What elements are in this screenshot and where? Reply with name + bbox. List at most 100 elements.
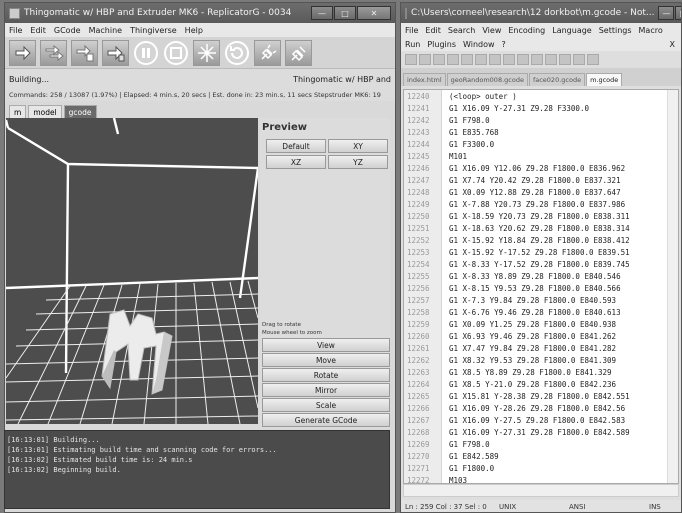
code-line[interactable]: 12271 G1 F1800.0	[404, 464, 678, 476]
minimize-button[interactable]: —	[311, 6, 333, 20]
pause-button[interactable]	[133, 40, 159, 66]
np-menu-view[interactable]: View	[482, 26, 501, 35]
code-line[interactable]: 12251 G1 X-18.63 Y20.62 Z9.28 F1800.0 E83…	[404, 224, 678, 236]
move-button[interactable]: Move	[262, 353, 390, 367]
tab-gcode[interactable]: gcode	[63, 105, 97, 119]
connect-button[interactable]	[285, 39, 312, 66]
np-doc-close[interactable]: X	[670, 40, 681, 49]
np-menu-encoding[interactable]: Encoding	[508, 26, 545, 35]
rotate-button[interactable]: Rotate	[262, 368, 390, 382]
code-line[interactable]: 12263 G1 X8.5 Y8.89 Z9.28 F1800.0 E841.32…	[404, 368, 678, 380]
code-line[interactable]: 12240 (<loop> outer )	[404, 92, 678, 104]
code-line[interactable]: 12246 G1 X16.09 Y12.06 Z9.28 F1800.0 E836…	[404, 164, 678, 176]
code-line[interactable]: 12257 G1 X-7.3 Y9.84 Z9.28 F1800.0 E840.5…	[404, 296, 678, 308]
code-line[interactable]: 12249 G1 X-7.88 Y20.73 Z9.28 F1800.0 E837…	[404, 200, 678, 212]
code-line[interactable]: 12253 G1 X-15.92 Y-17.52 Z9.28 F1800.0 E8…	[404, 248, 678, 260]
disconnect-button[interactable]	[254, 39, 281, 66]
vertical-scrollbar[interactable]	[667, 90, 678, 483]
code-line[interactable]: 12269 G1 F798.0	[404, 440, 678, 452]
code-line[interactable]: 12241 G1 X16.09 Y-27.31 Z9.28 F3300.0	[404, 104, 678, 116]
undo-icon[interactable]	[531, 54, 543, 65]
menu-thingiverse[interactable]: Thingiverse	[130, 26, 177, 35]
model-viewport[interactable]	[6, 118, 258, 424]
tab-m[interactable]: m	[9, 105, 27, 119]
np-tab-m-gcode[interactable]: m.gcode	[586, 73, 623, 86]
new-file-icon[interactable]	[405, 54, 417, 65]
np-menu-settings[interactable]: Settings	[599, 26, 632, 35]
code-line[interactable]: 12248 G1 X0.09 Y12.88 Z9.28 F1800.0 E837.…	[404, 188, 678, 200]
np-menu-edit[interactable]: Edit	[425, 26, 441, 35]
view-default-button[interactable]: Default	[266, 139, 326, 153]
np-menu-run[interactable]: Run	[405, 40, 420, 49]
view-yz-button[interactable]: YZ	[328, 155, 388, 169]
np-menu-macro[interactable]: Macro	[639, 26, 663, 35]
close-button[interactable]: ✕	[357, 6, 391, 20]
zoom-icon[interactable]	[587, 54, 599, 65]
code-line[interactable]: 12261 G1 X7.47 Y9.84 Z9.28 F1800.0 E841.2…	[404, 344, 678, 356]
code-line[interactable]: 12270 G1 E842.589	[404, 452, 678, 464]
np-tab-face020[interactable]: face020.gcode	[528, 73, 586, 86]
view-button[interactable]: View	[262, 338, 390, 352]
np-menu-help[interactable]: ?	[502, 40, 506, 49]
np-tab-georandom[interactable]: geoRandom008.gcode	[446, 73, 528, 86]
view-xz-button[interactable]: XZ	[266, 155, 326, 169]
np-menu-language[interactable]: Language	[552, 26, 591, 35]
stop-button[interactable]	[163, 40, 189, 66]
code-line[interactable]: 12252 G1 X-15.92 Y18.84 Z9.28 F1800.0 E83…	[404, 236, 678, 248]
code-line[interactable]: 12272 M103	[404, 476, 678, 483]
reset-button[interactable]	[224, 40, 250, 66]
np-menu-plugins[interactable]: Plugins	[427, 40, 456, 49]
maximize-button[interactable]: □	[334, 6, 356, 20]
code-line[interactable]: 12258 G1 X-6.76 Y9.46 Z9.28 F1800.0 E840.…	[404, 308, 678, 320]
code-line[interactable]: 12266 G1 X16.09 Y-28.26 Z9.28 F1800.0 E84…	[404, 404, 678, 416]
close-file-icon[interactable]	[461, 54, 473, 65]
code-line[interactable]: 12264 G1 X8.5 Y-21.0 Z9.28 F1800.0 E842.2…	[404, 380, 678, 392]
code-line[interactable]: 12250 G1 X-18.59 Y20.73 Z9.28 F1800.0 E83…	[404, 212, 678, 224]
save-all-icon[interactable]	[447, 54, 459, 65]
find-icon[interactable]	[559, 54, 571, 65]
cut-icon[interactable]	[489, 54, 501, 65]
code-line[interactable]: 12259 G1 X0.09 Y1.25 Z9.28 F1800.0 E840.9…	[404, 320, 678, 332]
mirror-button[interactable]: Mirror	[262, 383, 390, 397]
menu-help[interactable]: Help	[185, 26, 203, 35]
np-tab-index-html[interactable]: index.html	[403, 73, 446, 86]
code-line[interactable]: 12267 G1 X16.09 Y-27.5 Z9.28 F1800.0 E842…	[404, 416, 678, 428]
save-icon[interactable]	[433, 54, 445, 65]
simulate-button[interactable]	[102, 39, 129, 66]
code-editor[interactable]: 12240 (<loop> outer ) 12241 G1 X16.09 Y-27.…	[403, 89, 679, 484]
menu-file[interactable]: File	[9, 26, 22, 35]
code-line[interactable]: 12242 G1 F798.0	[404, 116, 678, 128]
code-line[interactable]: 12265 G1 X15.81 Y-28.38 Z9.28 F1800.0 E84…	[404, 392, 678, 404]
code-line[interactable]: 12256 G1 X-8.15 Y9.53 Z9.28 F1800.0 E840.…	[404, 284, 678, 296]
redo-icon[interactable]	[545, 54, 557, 65]
build-console[interactable]: [16:13:01] Building... [16:13:01] Estima…	[4, 430, 390, 509]
tab-model[interactable]: model	[28, 105, 62, 119]
code-line[interactable]: 12255 G1 X-8.33 Y8.89 Z9.28 F1800.0 E840.…	[404, 272, 678, 284]
menu-machine[interactable]: Machine	[89, 26, 123, 35]
np-maximize-button[interactable]: □	[675, 6, 681, 20]
np-menu-search[interactable]: Search	[448, 26, 475, 35]
control-panel-button[interactable]	[193, 39, 220, 66]
np-menu-file[interactable]: File	[405, 26, 418, 35]
generate-gcode-button[interactable]: Generate GCode	[262, 413, 390, 427]
code-line[interactable]: 12268 G1 X16.09 Y-27.31 Z9.28 F1800.0 E84…	[404, 428, 678, 440]
build-button[interactable]	[9, 39, 36, 66]
menu-gcode[interactable]: GCode	[54, 26, 81, 35]
code-line[interactable]: 12260 G1 X6.93 Y9.46 Z9.28 F1800.0 E841.2…	[404, 332, 678, 344]
np-minimize-button[interactable]: —	[658, 6, 675, 20]
copy-icon[interactable]	[503, 54, 515, 65]
print-icon[interactable]	[475, 54, 487, 65]
code-line[interactable]: 12245 M101	[404, 152, 678, 164]
build-to-file-button[interactable]	[71, 39, 98, 66]
scale-button[interactable]: Scale	[262, 398, 390, 412]
code-line[interactable]: 12254 G1 X-8.33 Y-17.52 Z9.28 F1800.0 E83…	[404, 260, 678, 272]
upload-button[interactable]	[40, 39, 67, 66]
menu-edit[interactable]: Edit	[30, 26, 46, 35]
code-line[interactable]: 12244 G1 F3300.0	[404, 140, 678, 152]
code-line[interactable]: 12247 G1 X7.74 Y20.42 Z9.28 F1800.0 E837.…	[404, 176, 678, 188]
np-menu-window[interactable]: Window	[463, 40, 495, 49]
code-line[interactable]: 12243 G1 E835.768	[404, 128, 678, 140]
open-file-icon[interactable]	[419, 54, 431, 65]
replace-icon[interactable]	[573, 54, 585, 65]
paste-icon[interactable]	[517, 54, 529, 65]
